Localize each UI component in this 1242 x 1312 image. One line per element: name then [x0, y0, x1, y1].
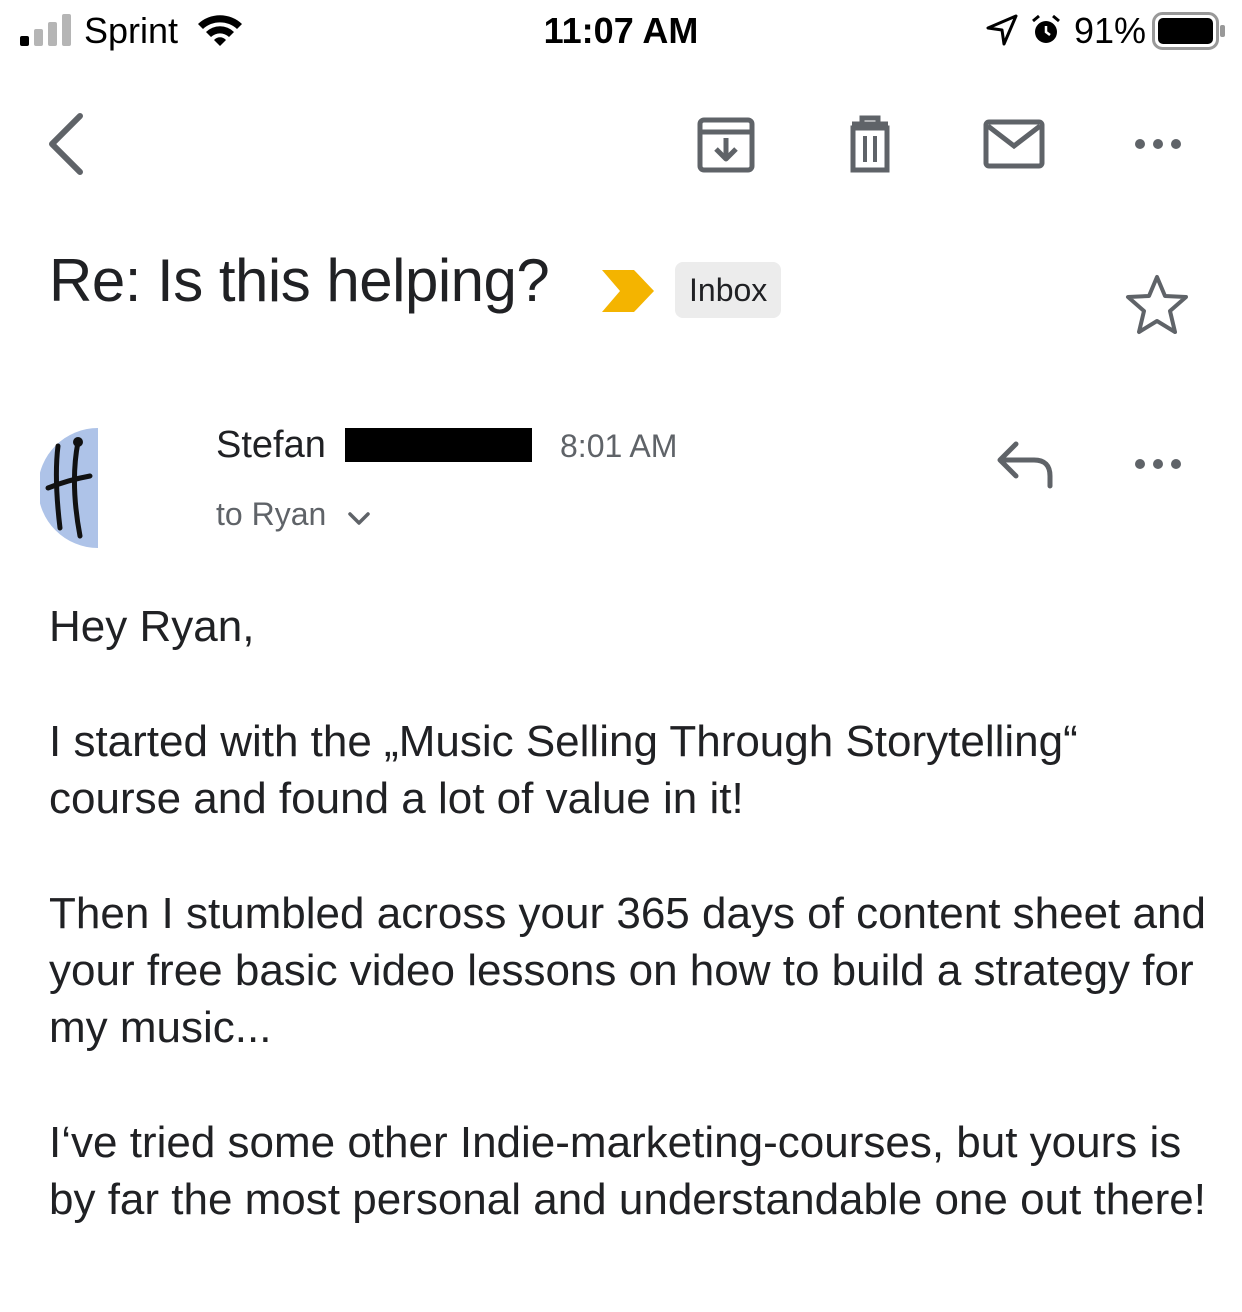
- email-body: Hey Ryan, I started with the „Music Sell…: [49, 598, 1209, 1286]
- reply-icon[interactable]: [994, 436, 1056, 492]
- alarm-icon: [1032, 14, 1060, 43]
- chevron-down-icon[interactable]: [346, 508, 372, 528]
- battery-percent: 91%: [1074, 10, 1147, 51]
- body-paragraph: I started with the „Music Selling Throug…: [49, 717, 1078, 823]
- message-more-icon[interactable]: [1126, 432, 1190, 496]
- email-subject: Re: Is this helping?: [49, 247, 550, 314]
- redacted-email-bar: [345, 428, 532, 462]
- recipient-line[interactable]: to Ryan: [216, 496, 326, 533]
- avatar[interactable]: [40, 428, 98, 548]
- location-arrow-icon: [986, 14, 1018, 46]
- sender-name[interactable]: Stefan: [216, 424, 326, 467]
- trash-icon[interactable]: [838, 112, 902, 176]
- important-marker-icon[interactable]: [600, 268, 656, 314]
- mail-unread-icon[interactable]: [982, 112, 1046, 176]
- more-icon[interactable]: [1126, 112, 1190, 176]
- body-paragraph: Hey Ryan,: [49, 602, 255, 651]
- back-arrow-icon[interactable]: [36, 112, 100, 176]
- body-paragraph: I‘ve tried some other Indie-marketing-co…: [49, 1118, 1206, 1224]
- battery-icon: [1152, 12, 1225, 50]
- star-icon[interactable]: [1124, 272, 1190, 338]
- sent-time: 8:01 AM: [560, 428, 678, 464]
- archive-icon[interactable]: [694, 112, 758, 176]
- body-paragraph: Then I stumbled across your 365 days of …: [49, 889, 1206, 1052]
- inbox-label[interactable]: Inbox: [675, 262, 782, 318]
